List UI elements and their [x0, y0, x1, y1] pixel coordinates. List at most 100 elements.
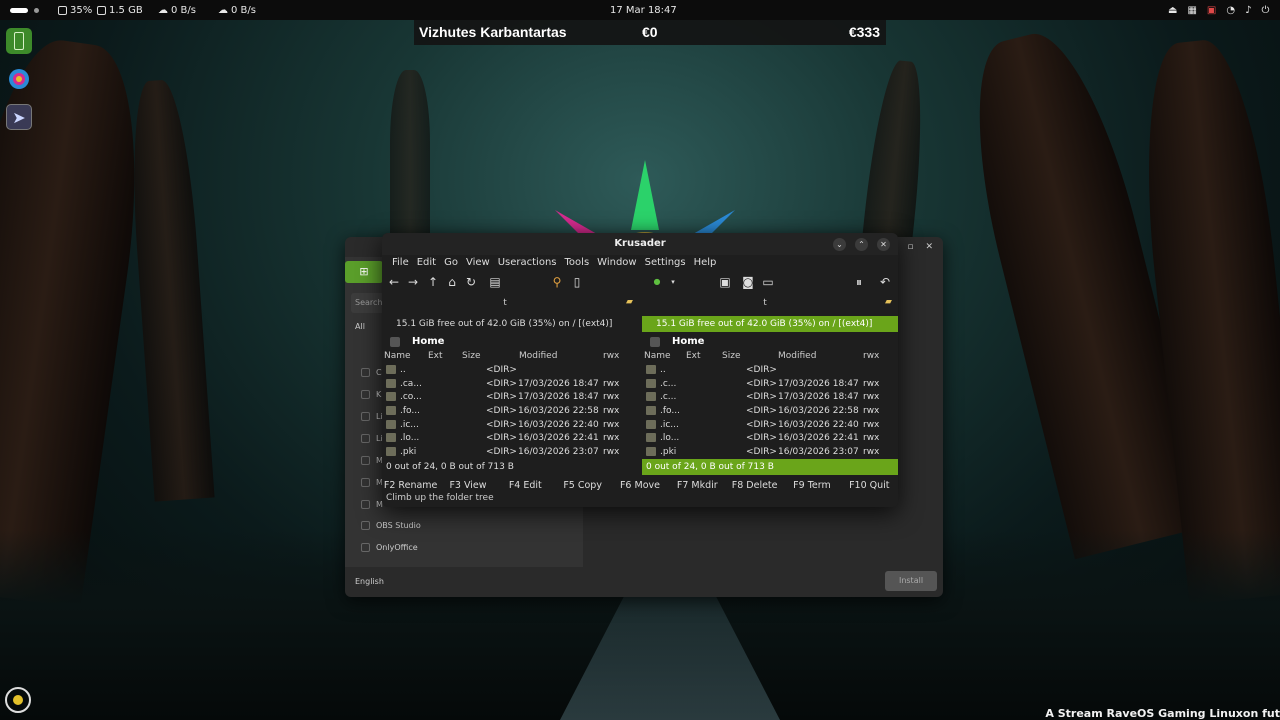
dock-app-green[interactable]: [6, 28, 32, 54]
maximize-icon[interactable]: ▫: [907, 242, 913, 252]
disk-icon[interactable]: ◙: [741, 275, 755, 289]
table-row[interactable]: .ic... <DIR> 16/03/2026 22:40 rwx: [642, 419, 894, 433]
volume-icon[interactable]: ♪: [1245, 5, 1251, 16]
col-ext[interactable]: Ext: [686, 351, 701, 361]
grid-icon[interactable]: ⊞: [345, 261, 383, 283]
table-row[interactable]: .co... <DIR> 17/03/2026 18:47 rwx: [382, 391, 634, 405]
list-item[interactable]: Li: [361, 434, 383, 443]
f4-edit-button[interactable]: F4 Edit: [497, 478, 554, 494]
folder-icon[interactable]: ▰: [626, 297, 633, 307]
file-modified: 16/03/2026 22:41: [518, 433, 599, 444]
undo-icon[interactable]: ↶: [878, 275, 892, 289]
upload-icon[interactable]: ⏏: [1168, 5, 1177, 16]
list-item[interactable]: M: [361, 478, 383, 487]
close-icon[interactable]: ✕: [925, 242, 933, 252]
close-icon[interactable]: ✕: [877, 238, 890, 251]
right-tab[interactable]: t: [642, 296, 888, 310]
list-item[interactable]: Cl: [361, 368, 384, 377]
menu-tools[interactable]: Tools: [561, 255, 594, 271]
menu-help[interactable]: Help: [690, 255, 721, 271]
menu-edit[interactable]: Edit: [413, 255, 440, 271]
minimize-icon[interactable]: ⌄: [833, 238, 846, 251]
menu-settings[interactable]: Settings: [641, 255, 690, 271]
col-name[interactable]: Name: [644, 351, 671, 361]
f3-view-button[interactable]: F3 View: [439, 478, 496, 494]
list-item-onlyoffice[interactable]: OnlyOffice: [361, 543, 418, 552]
net-up-monitor[interactable]: ☁ 0 B/s: [218, 0, 256, 20]
table-row[interactable]: .ca... <DIR> 17/03/2026 18:47 rwx: [382, 378, 634, 392]
memory-monitor[interactable]: 1.5 GB: [97, 0, 143, 20]
table-row[interactable]: .pki <DIR> 16/03/2026 23:07 rwx: [382, 446, 634, 456]
list-item[interactable]: Li: [361, 412, 383, 421]
f7-mkdir-button[interactable]: F7 Mkdir: [669, 478, 726, 494]
right-path[interactable]: Home: [642, 334, 898, 350]
qr-icon[interactable]: ▦: [1187, 5, 1196, 16]
file-size: <DIR>: [486, 406, 517, 417]
file-modified: 16/03/2026 22:40: [518, 419, 599, 430]
col-modified[interactable]: Modified: [778, 351, 816, 361]
forward-icon[interactable]: →: [406, 275, 420, 289]
table-row[interactable]: .lo... <DIR> 16/03/2026 22:41 rwx: [382, 432, 634, 446]
terminal-icon[interactable]: ▭: [761, 275, 775, 289]
col-rwx[interactable]: rwx: [603, 351, 619, 361]
table-row[interactable]: .lo... <DIR> 16/03/2026 22:41 rwx: [642, 432, 894, 446]
up-icon[interactable]: ↑: [426, 275, 440, 289]
refresh-icon[interactable]: ↻: [464, 275, 478, 289]
file-modified: 17/03/2026 18:47: [518, 392, 599, 403]
language-selector[interactable]: English: [355, 577, 384, 586]
left-path[interactable]: Home: [382, 334, 638, 350]
table-row[interactable]: .c... <DIR> 17/03/2026 18:47 rwx: [642, 391, 894, 405]
document-icon[interactable]: ▯: [570, 275, 584, 289]
f2-rename-button[interactable]: F2 Rename: [382, 478, 439, 494]
cpu-monitor[interactable]: 35%: [58, 0, 92, 20]
menu-window[interactable]: Window: [593, 255, 640, 271]
dock-app-mandala[interactable]: [6, 66, 32, 92]
chevron-down-icon[interactable]: ▾: [666, 275, 680, 289]
table-row[interactable]: .. <DIR>: [642, 364, 894, 378]
list-item[interactable]: M: [361, 456, 383, 465]
dock-app-krusader[interactable]: ➤: [6, 104, 32, 130]
home-icon[interactable]: ⌂: [445, 275, 459, 289]
table-row[interactable]: .fo... <DIR> 16/03/2026 22:58 rwx: [642, 405, 894, 419]
menu-useractions[interactable]: Useractions: [494, 255, 561, 271]
table-row[interactable]: .fo... <DIR> 16/03/2026 22:58 rwx: [382, 405, 634, 419]
pause-icon[interactable]: ⏸: [852, 275, 866, 289]
folder-icon[interactable]: ▰: [885, 297, 892, 307]
left-tab[interactable]: t: [382, 296, 628, 310]
f8-delete-button[interactable]: F8 Delete: [726, 478, 783, 494]
list-item[interactable]: Kl: [361, 390, 383, 399]
filter-all[interactable]: All: [355, 322, 365, 331]
table-row[interactable]: .pki <DIR> 16/03/2026 23:07 rwx: [642, 446, 894, 456]
f10-quit-button[interactable]: F10 Quit: [841, 478, 898, 494]
back-icon[interactable]: ←: [387, 275, 401, 289]
f9-term-button[interactable]: F9 Term: [783, 478, 840, 494]
col-modified[interactable]: Modified: [519, 351, 557, 361]
f6-move-button[interactable]: F6 Move: [611, 478, 668, 494]
maximize-icon[interactable]: ⌃: [855, 238, 868, 251]
power-icon[interactable]: ⏻: [1261, 5, 1269, 16]
list-item-obs-studio[interactable]: OBS Studio: [361, 521, 421, 530]
table-row[interactable]: .c... <DIR> 17/03/2026 18:47 rwx: [642, 378, 894, 392]
col-ext[interactable]: Ext: [428, 351, 443, 361]
right-column-header: Name Ext Size Modified rwx: [642, 350, 898, 364]
table-row[interactable]: .. <DIR>: [382, 364, 634, 378]
f5-copy-button[interactable]: F5 Copy: [554, 478, 611, 494]
search-icon[interactable]: ⚲: [550, 275, 564, 289]
install-button[interactable]: Install: [885, 571, 937, 591]
wifi-icon[interactable]: ◔: [1226, 5, 1235, 16]
col-name[interactable]: Name: [384, 351, 411, 361]
clock[interactable]: 17 Mar 18:47: [610, 0, 677, 20]
activities-indicator[interactable]: [10, 0, 39, 20]
archive-icon[interactable]: ▣: [718, 275, 732, 289]
tray-app-icon[interactable]: ▣: [1207, 5, 1216, 16]
clipboard-icon[interactable]: ▤: [488, 275, 502, 289]
menu-file[interactable]: File: [388, 255, 413, 271]
col-size[interactable]: Size: [722, 351, 740, 361]
col-size[interactable]: Size: [462, 351, 480, 361]
list-item[interactable]: M: [361, 500, 383, 509]
menu-go[interactable]: Go: [440, 255, 462, 271]
menu-view[interactable]: View: [462, 255, 494, 271]
col-rwx[interactable]: rwx: [863, 351, 879, 361]
net-down-monitor[interactable]: ☁ 0 B/s: [158, 0, 196, 20]
table-row[interactable]: .ic... <DIR> 16/03/2026 22:40 rwx: [382, 419, 634, 433]
